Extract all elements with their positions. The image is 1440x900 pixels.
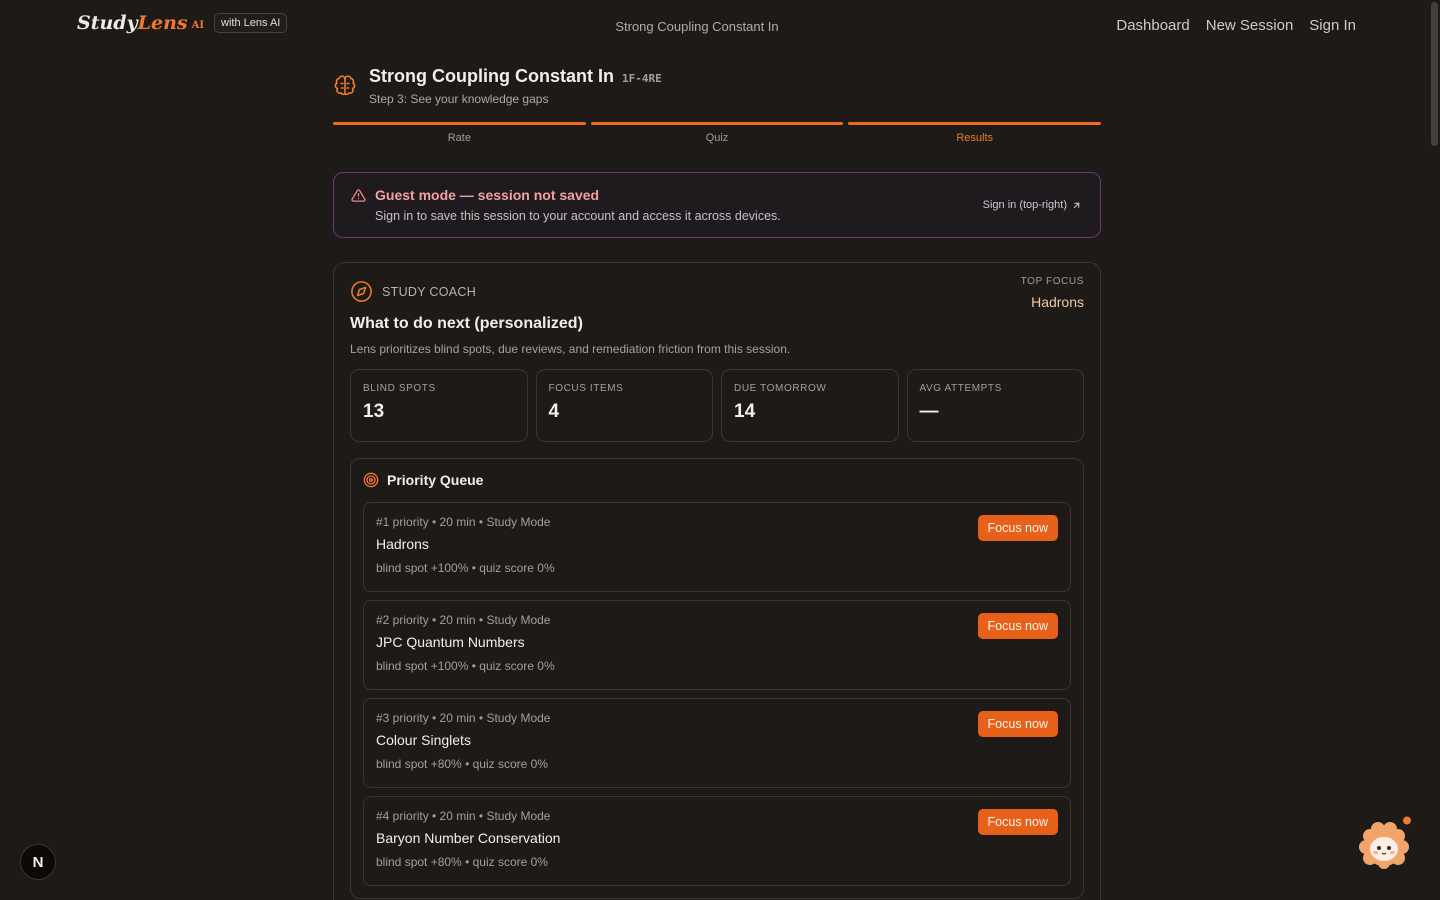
step-bar <box>848 122 1102 125</box>
stat-value: — <box>919 401 939 422</box>
item-stats: blind spot +80% • quiz score 0% <box>376 855 548 869</box>
list-item: #4 priority • 20 min • Study Mode Baryon… <box>363 796 1071 886</box>
main-content: Strong Coupling Constant In 1F-4RE Step … <box>333 66 1102 900</box>
item-name: Hadrons <box>376 536 429 552</box>
item-meta: #4 priority • 20 min • Study Mode <box>376 809 551 823</box>
step-bar <box>333 122 586 125</box>
item-stats: blind spot +80% • quiz score 0% <box>376 757 548 771</box>
stat-blind-spots: BLIND SPOTS 13 <box>350 369 528 442</box>
stat-label: FOCUS ITEMS <box>548 383 624 394</box>
target-icon <box>363 472 379 488</box>
step-rate: Rate <box>333 122 586 144</box>
stat-due-tomorrow: DUE TOMORROW 14 <box>721 369 899 442</box>
stat-label: BLIND SPOTS <box>363 383 436 394</box>
stat-value: 13 <box>363 401 385 422</box>
step-label-active: Results <box>956 132 994 144</box>
step-label: Quiz <box>705 132 729 144</box>
list-item: #1 priority • 20 min • Study Mode Hadron… <box>363 502 1071 592</box>
session-header: Strong Coupling Constant In 1F-4RE Step … <box>333 66 1101 106</box>
guest-mode-title: Guest mode — session not saved <box>375 187 600 203</box>
step-results: Results <box>848 122 1102 144</box>
external-link-icon <box>1073 202 1080 208</box>
priority-queue-title: Priority Queue <box>387 472 484 488</box>
item-meta: #1 priority • 20 min • Study Mode <box>376 515 551 529</box>
item-meta: #3 priority • 20 min • Study Mode <box>376 711 551 725</box>
study-coach-label: STUDY COACH <box>382 284 477 299</box>
sign-in-link-label: Sign in (top-right) <box>982 199 1067 211</box>
devtools-n-badge[interactable]: N <box>20 844 56 880</box>
top-focus-label: TOP FOCUS <box>1020 276 1084 287</box>
stat-value: 14 <box>734 401 756 422</box>
study-coach-panel: STUDY COACH What to do next (personalize… <box>333 262 1101 900</box>
brain-icon <box>334 75 356 96</box>
step-label: Rate <box>447 132 471 144</box>
step-quiz: Quiz <box>590 122 844 144</box>
top-bar: Study Lens AI with Lens AI Strong Coupli… <box>0 0 1440 54</box>
item-name: Colour Singlets <box>376 732 471 748</box>
list-item: #3 priority • 20 min • Study Mode Colour… <box>363 698 1071 788</box>
stat-value: 4 <box>548 401 560 422</box>
page-scrollbar[interactable] <box>1428 0 1440 900</box>
item-name: JPC Quantum Numbers <box>376 634 525 650</box>
guest-mode-banner: Guest mode — session not saved Sign in t… <box>333 172 1101 238</box>
stat-focus-items: FOCUS ITEMS 4 <box>535 369 713 442</box>
top-focus: TOP FOCUS Hadrons <box>1021 276 1084 356</box>
item-stats: blind spot +100% • quiz score 0% <box>376 659 555 673</box>
warning-icon <box>351 188 366 202</box>
nav-dashboard-link[interactable]: Dashboard <box>1116 17 1189 34</box>
focus-now-button[interactable]: Focus now <box>977 809 1058 835</box>
priority-queue-list: #1 priority • 20 min • Study Mode Hadron… <box>363 502 1071 886</box>
focus-now-button[interactable]: Focus now <box>977 515 1058 541</box>
nav-new-session-link[interactable]: New Session <box>1206 17 1294 34</box>
step-bar <box>590 122 844 125</box>
item-meta: #2 priority • 20 min • Study Mode <box>376 613 551 627</box>
list-item: #2 priority • 20 min • Study Mode JPC Qu… <box>363 600 1071 690</box>
stats-row: BLIND SPOTS 13 FOCUS ITEMS 4 DUE TOMORRO… <box>350 369 1084 442</box>
coach-description: Lens prioritizes blind spots, due review… <box>350 342 791 356</box>
top-nav: Dashboard New Session Sign In <box>1116 17 1356 34</box>
top-focus-value: Hadrons <box>1031 294 1084 310</box>
session-title: Strong Coupling Constant In <box>369 66 614 86</box>
focus-now-button[interactable]: Focus now <box>977 711 1058 737</box>
stat-label: DUE TOMORROW <box>734 383 827 394</box>
item-stats: blind spot +100% • quiz score 0% <box>376 561 555 575</box>
guest-mode-text: Sign in to save this session to your acc… <box>375 209 781 223</box>
stat-avg-attempts: AVG ATTEMPTS — <box>906 369 1084 442</box>
compass-icon <box>351 281 372 302</box>
progress-steps: Rate Quiz Results <box>333 122 1102 144</box>
sign-in-link[interactable]: Sign in (top-right) <box>983 199 1082 211</box>
mascot-assistant-icon[interactable] <box>1356 816 1412 872</box>
coach-heading: What to do next (personalized) <box>350 315 583 332</box>
nav-sign-in-link[interactable]: Sign In <box>1309 17 1356 34</box>
focus-now-button[interactable]: Focus now <box>977 613 1058 639</box>
stat-label: AVG ATTEMPTS <box>919 383 1002 394</box>
session-subtitle: Step 3: See your knowledge gaps <box>369 92 549 106</box>
session-code: 1F-4RE <box>621 72 662 85</box>
item-name: Baryon Number Conservation <box>376 830 561 846</box>
priority-queue: Priority Queue #1 priority • 20 min • St… <box>350 458 1084 899</box>
scrollbar-thumb[interactable] <box>1431 2 1438 146</box>
